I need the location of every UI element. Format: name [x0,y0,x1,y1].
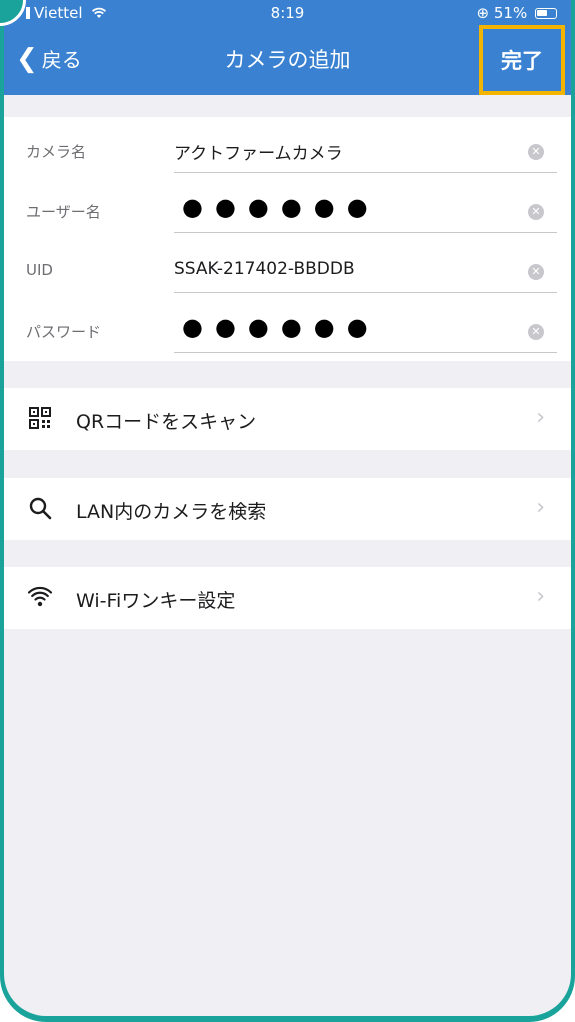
camera-name-label: カメラ名 [26,143,87,161]
password-input[interactable]: ●●●●●● [182,313,380,341]
password-label: パスワード [26,323,102,341]
divider [174,352,557,353]
qr-code-icon [29,407,51,429]
nav-bar: ❮ 戻る カメラの追加 完了 [4,25,571,95]
uid-row: UID SSAK-217402-BBDDB ✕ [4,239,571,299]
clear-icon[interactable]: ✕ [528,144,544,160]
username-row: ユーザー名 ●●●●●● ✕ [4,179,571,239]
qr-scan-label: QRコードをスキャン [76,411,257,433]
lan-search-label: LAN内のカメラを検索 [76,501,267,523]
divider [174,172,557,173]
header: Viettel 8:19 ⊕ 51% ❮ 戻る カメラの追加 完了 [4,0,571,95]
uid-label: UID [26,261,53,279]
orientation-lock-icon: ⊕ [476,4,490,22]
screen: Viettel 8:19 ⊕ 51% ❮ 戻る カメラの追加 完了 カメラ名 ア… [4,0,571,1016]
clear-icon[interactable]: ✕ [528,324,544,340]
lan-search-row[interactable]: LAN内のカメラを検索 › [4,478,571,540]
wifi-setup-row[interactable]: Wi-Fiワンキー設定 › [4,567,571,629]
wifi-icon [28,586,52,607]
divider [174,292,557,293]
battery-status: ⊕ 51% [477,4,557,22]
username-input[interactable]: ●●●●●● [182,193,380,221]
username-label: ユーザー名 [26,203,101,221]
device-frame: Viettel 8:19 ⊕ 51% ❮ 戻る カメラの追加 完了 カメラ名 ア… [0,0,575,1022]
clear-icon[interactable]: ✕ [528,264,544,280]
divider [174,232,557,233]
battery-percent: 51% [493,4,528,22]
done-highlight-box: 完了 [479,25,565,95]
uid-input[interactable]: SSAK-217402-BBDDB [174,259,355,279]
camera-name-row: カメラ名 アクトファームカメラ ✕ [4,119,571,179]
camera-name-input[interactable]: アクトファームカメラ [174,139,343,164]
qr-scan-row[interactable]: QRコードをスキャン › [4,388,571,450]
camera-form: カメラ名 アクトファームカメラ ✕ ユーザー名 ●●●●●● ✕ UID SSA… [4,117,571,361]
clear-icon[interactable]: ✕ [528,204,544,220]
done-button[interactable]: 完了 [501,45,543,75]
chevron-right-icon: › [536,495,545,520]
battery-icon [535,8,557,19]
password-row: パスワード ●●●●●● ✕ [4,299,571,359]
chevron-right-icon: › [536,584,545,609]
wifi-setup-label: Wi-Fiワンキー設定 [76,590,236,612]
search-icon [29,497,52,520]
status-bar: Viettel 8:19 ⊕ 51% [4,0,571,28]
chevron-right-icon: › [536,405,545,430]
